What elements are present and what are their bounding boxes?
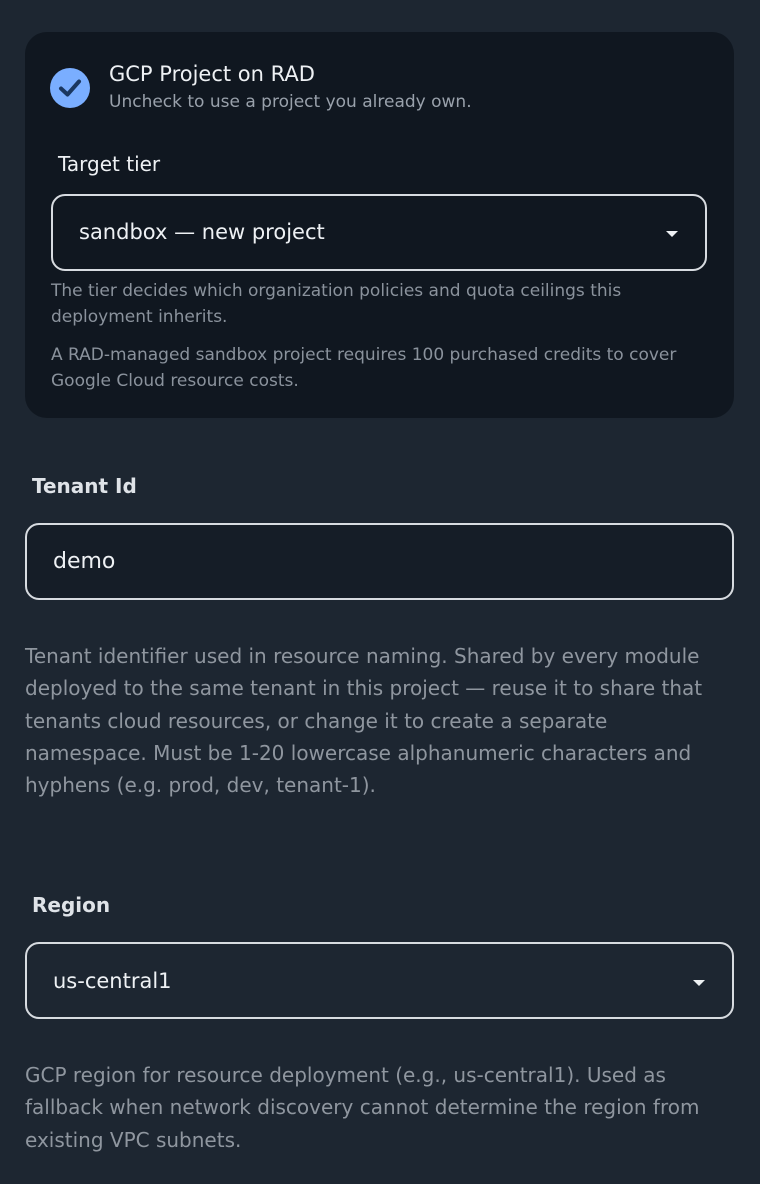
checkbox-subtitle: Uncheck to use a project you already own…: [109, 92, 472, 112]
region-help: GCP region for resource deployment (e.g.…: [25, 1063, 700, 1152]
tenant-id-label: Tenant Id: [32, 474, 137, 498]
target-tier-label: Target tier: [58, 152, 161, 176]
region-label: Region: [32, 893, 111, 917]
gcp-project-checkbox-row[interactable]: GCP Project on RAD Uncheck to use a proj…: [50, 62, 690, 112]
gcp-project-checkbox[interactable]: [50, 68, 90, 108]
tenant-id-help: Tenant identifier used in resource namin…: [25, 644, 703, 798]
tenant-id-value: demo: [53, 549, 116, 574]
target-tier-select[interactable]: sandbox — new project: [51, 194, 707, 271]
gcp-project-card: GCP Project on RAD Uncheck to use a proj…: [25, 32, 734, 418]
region-value: us-central1: [53, 969, 172, 993]
credits-help-text: A RAD-managed sandbox project requires 1…: [51, 345, 677, 391]
caret-down-icon: [666, 231, 678, 237]
tier-help-text: The tier decides which organization poli…: [51, 281, 622, 327]
caret-down-icon: [693, 980, 705, 986]
target-tier-value: sandbox — new project: [79, 220, 325, 244]
checkmark-icon: [59, 79, 81, 97]
tenant-id-input[interactable]: demo: [25, 523, 734, 600]
checkbox-title: GCP Project on RAD: [109, 62, 315, 86]
region-select[interactable]: us-central1: [25, 942, 734, 1019]
